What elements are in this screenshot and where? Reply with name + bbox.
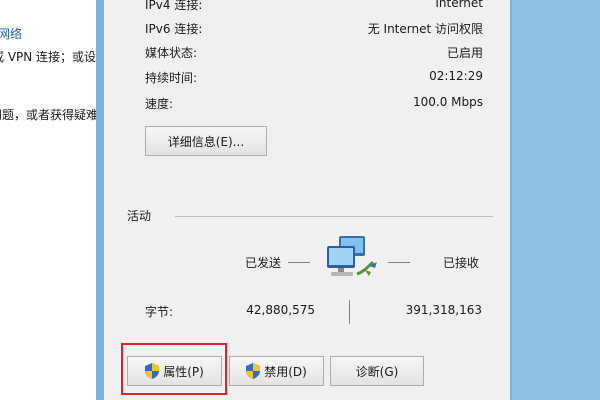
activity-title: 活动 — [127, 209, 152, 223]
disable-button-label: 禁用(D) — [264, 364, 307, 379]
speed-row: 速度: 100.0 Mbps — [145, 95, 483, 113]
bytes-received-value: 391,318,163 — [405, 303, 482, 317]
ipv6-label: IPv6 连接: — [145, 22, 203, 36]
activity-divider — [175, 216, 493, 217]
duration-row: 持续时间: 02:12:29 — [145, 69, 483, 87]
sent-label: 已发送 — [245, 256, 282, 270]
received-label: 已接收 — [443, 256, 480, 270]
bytes-divider — [349, 300, 350, 324]
bg-text-troubleshoot: 问题，或者获得疑难 — [0, 108, 96, 122]
duration-label: 持续时间: — [145, 71, 198, 85]
ipv6-row: IPv6 连接: 无 Internet 访问权限 — [145, 20, 483, 38]
desktop-background — [512, 0, 600, 400]
ipv4-label: IPv4 连接: — [145, 0, 203, 12]
diagnose-button-label: 诊断(G) — [355, 364, 399, 379]
background-window: 网络 或 VPN 连接；或设 问题，或者获得疑难 — [0, 0, 96, 400]
speed-value: 100.0 Mbps — [412, 95, 483, 109]
bg-text-vpn: 或 VPN 连接；或设 — [0, 50, 96, 64]
speed-label: 速度: — [145, 97, 174, 111]
media-state-value: 已启用 — [446, 46, 483, 60]
received-dash — [388, 262, 410, 263]
media-state-row: 媒体状态: 已启用 — [145, 44, 483, 62]
details-button[interactable]: 详细信息(E)... — [145, 126, 267, 156]
details-button-label: 详细信息(E)... — [167, 134, 245, 149]
bytes-label: 字节: — [145, 305, 174, 319]
properties-button[interactable]: 属性(P) — [127, 356, 222, 386]
uac-shield-icon — [145, 363, 160, 379]
ipv6-value: 无 Internet 访问权限 — [367, 22, 483, 36]
disable-button[interactable]: 禁用(D) — [229, 356, 324, 386]
sent-dash — [288, 262, 310, 263]
bytes-sent-value: 42,880,575 — [246, 303, 315, 317]
media-state-label: 媒体状态: — [145, 46, 198, 60]
bg-link-network[interactable]: 网络 — [0, 25, 22, 42]
ipv4-row: IPv4 连接: Internet — [145, 0, 483, 14]
duration-value: 02:12:29 — [429, 69, 483, 83]
uac-shield-icon — [246, 363, 261, 379]
properties-button-label: 属性(P) — [163, 364, 204, 379]
ipv4-value: Internet — [435, 0, 483, 10]
network-computers-icon — [327, 236, 377, 276]
diagnose-button[interactable]: 诊断(G) — [330, 356, 424, 386]
